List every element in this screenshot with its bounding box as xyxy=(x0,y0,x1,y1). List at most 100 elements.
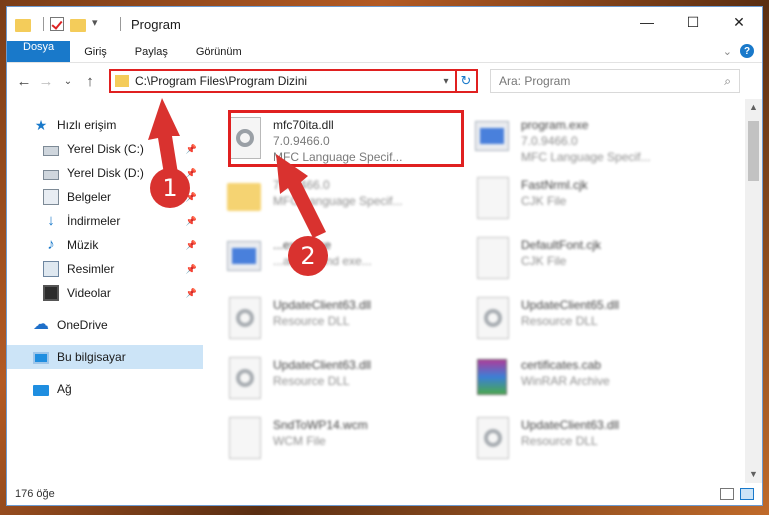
tab-home[interactable]: Giriş xyxy=(70,41,121,62)
file-item[interactable]: UpdateClient63.dll Resource DLL xyxy=(227,293,475,353)
chevron-down-icon[interactable]: ⌄ xyxy=(723,45,732,58)
file-type: WinRAR Archive xyxy=(521,374,610,388)
videos-icon xyxy=(43,285,59,301)
sidebar-item-onedrive[interactable]: ☁ OneDrive xyxy=(7,313,203,337)
pin-icon[interactable]: 📌 xyxy=(186,264,197,275)
sidebar-item-downloads[interactable]: ↓ İndirmeler 📌 xyxy=(7,209,203,233)
sidebar-item-label: Ağ xyxy=(57,382,72,396)
window-title: Program xyxy=(131,16,181,32)
exe-file-icon xyxy=(475,117,511,161)
pin-icon[interactable]: 📌 xyxy=(186,240,197,251)
scroll-down-icon[interactable]: ▼ xyxy=(745,466,762,483)
file-item[interactable]: certificates.cab WinRAR Archive xyxy=(475,353,723,413)
address-bar[interactable]: C:\Program Files\Program Dizini ▾ xyxy=(109,69,457,93)
maximize-button[interactable]: ☐ xyxy=(670,7,716,37)
file-item[interactable]: FastNrml.cjk CJK File xyxy=(475,173,723,233)
refresh-button[interactable]: ↻ xyxy=(456,69,478,93)
search-placeholder: Ara: Program xyxy=(499,74,571,88)
file-version: 7.0.9466.0 xyxy=(521,134,578,148)
properties-icon[interactable] xyxy=(50,17,64,31)
file-name: SndToWP14.wcm xyxy=(273,418,368,432)
file-description: MFC Language Specif... xyxy=(521,150,651,164)
divider xyxy=(43,17,44,31)
large-icons-view-icon[interactable] xyxy=(740,488,754,500)
window-controls: — ☐ ✕ xyxy=(624,7,762,37)
dll-file-icon xyxy=(227,297,263,341)
sidebar-item-label: Videolar xyxy=(67,286,111,300)
cloud-icon: ☁ xyxy=(33,316,49,333)
sidebar-item-videos[interactable]: Videolar 📌 xyxy=(7,281,203,305)
file-type: Resource DLL xyxy=(521,434,598,448)
address-path[interactable]: C:\Program Files\Program Dizini xyxy=(135,74,437,88)
item-count: 176 öğe xyxy=(15,488,55,500)
file-item[interactable]: program.exe 7.0.9466.0 MFC Language Spec… xyxy=(475,113,723,173)
sidebar-item-network[interactable]: Ağ xyxy=(7,377,203,401)
music-icon: ♪ xyxy=(47,236,55,253)
file-item[interactable]: ...exec.exe ...ackground exe... xyxy=(227,233,475,293)
file-type: Resource DLL xyxy=(273,314,350,328)
sidebar-item-pictures[interactable]: Resimler 📌 xyxy=(7,257,203,281)
navigation-bar: ← → ⌄ ↑ C:\Program Files\Program Dizini … xyxy=(7,63,762,99)
scroll-thumb[interactable] xyxy=(748,121,759,181)
sidebar-item-label: Müzik xyxy=(67,238,99,252)
title-bar: ▾ Program — ☐ ✕ xyxy=(7,7,762,41)
sidebar-item-this-pc[interactable]: Bu bilgisayar xyxy=(7,345,203,369)
dll-file-icon xyxy=(227,357,263,401)
minimize-button[interactable]: — xyxy=(624,7,670,37)
file-type: CJK File xyxy=(521,254,567,268)
file-name: UpdateClient63.dll xyxy=(273,358,372,372)
divider xyxy=(120,17,121,31)
pin-icon[interactable]: 📌 xyxy=(186,288,197,299)
archive-file-icon xyxy=(475,357,511,401)
computer-icon xyxy=(33,352,49,364)
search-icon: ⌕ xyxy=(724,73,731,88)
folder-icon xyxy=(115,75,129,87)
file-name: UpdateClient63.dll xyxy=(521,418,620,432)
tab-file[interactable]: Dosya xyxy=(7,41,71,62)
downloads-icon: ↓ xyxy=(47,212,55,229)
file-name: DefaultFont.cjk xyxy=(521,238,602,252)
forward-button[interactable]: → xyxy=(35,73,57,90)
folder-icon[interactable] xyxy=(15,18,31,32)
sidebar-item-label: Yerel Disk (C:) xyxy=(67,142,144,156)
details-view-icon[interactable] xyxy=(720,488,734,500)
tab-view[interactable]: Görünüm xyxy=(182,41,256,62)
sidebar-item-label: Yerel Disk (D:) xyxy=(67,166,144,180)
tab-share[interactable]: Paylaş xyxy=(121,41,182,62)
sidebar-item-music[interactable]: ♪ Müzik 📌 xyxy=(7,233,203,257)
file-name: UpdateClient65.dll xyxy=(521,298,620,312)
exe-file-icon xyxy=(227,237,263,281)
file-item[interactable]: DefaultFont.cjk CJK File xyxy=(475,233,723,293)
customize-toolbar-icon[interactable]: ▾ xyxy=(92,16,108,32)
back-button[interactable]: ← xyxy=(13,73,35,90)
scroll-up-icon[interactable]: ▲ xyxy=(745,99,762,116)
pin-icon[interactable]: 📌 xyxy=(186,216,197,227)
vertical-scrollbar[interactable]: ▲ ▼ xyxy=(745,99,762,483)
drive-icon xyxy=(43,169,59,180)
new-folder-icon[interactable] xyxy=(70,18,86,32)
folder-icon xyxy=(227,177,263,221)
help-icon[interactable]: ? xyxy=(740,44,754,58)
status-bar: 176 öğe xyxy=(7,483,762,505)
file-item[interactable]: SndToWP14.wcm WCM File xyxy=(227,413,475,473)
file-name: FastNrml.cjk xyxy=(521,178,588,192)
up-button[interactable]: ↑ xyxy=(79,73,101,90)
pictures-icon xyxy=(43,261,59,277)
chevron-down-icon[interactable]: ▾ xyxy=(437,76,455,87)
network-icon xyxy=(33,385,49,396)
file-explorer-window: ▾ Program — ☐ ✕ Dosya Giriş Paylaş Görün… xyxy=(6,6,763,506)
file-type: Resource DLL xyxy=(521,314,598,328)
highlight-box xyxy=(228,110,464,167)
file-item[interactable]: UpdateClient63.dll Resource DLL xyxy=(227,353,475,413)
callout-arrow-2 xyxy=(276,154,326,238)
file-name: program.exe xyxy=(521,118,589,132)
search-input[interactable]: Ara: Program ⌕ xyxy=(490,69,740,93)
dll-file-icon xyxy=(475,297,511,341)
file-item[interactable]: UpdateClient63.dll Resource DLL xyxy=(475,413,723,473)
recent-locations-button[interactable]: ⌄ xyxy=(57,76,79,87)
close-button[interactable]: ✕ xyxy=(716,7,762,37)
document-file-icon xyxy=(475,237,511,281)
document-file-icon xyxy=(227,417,263,461)
file-item[interactable]: UpdateClient65.dll Resource DLL xyxy=(475,293,723,353)
file-item[interactable]: 7.0.9466.0 MFC Language Specif... xyxy=(227,173,475,233)
